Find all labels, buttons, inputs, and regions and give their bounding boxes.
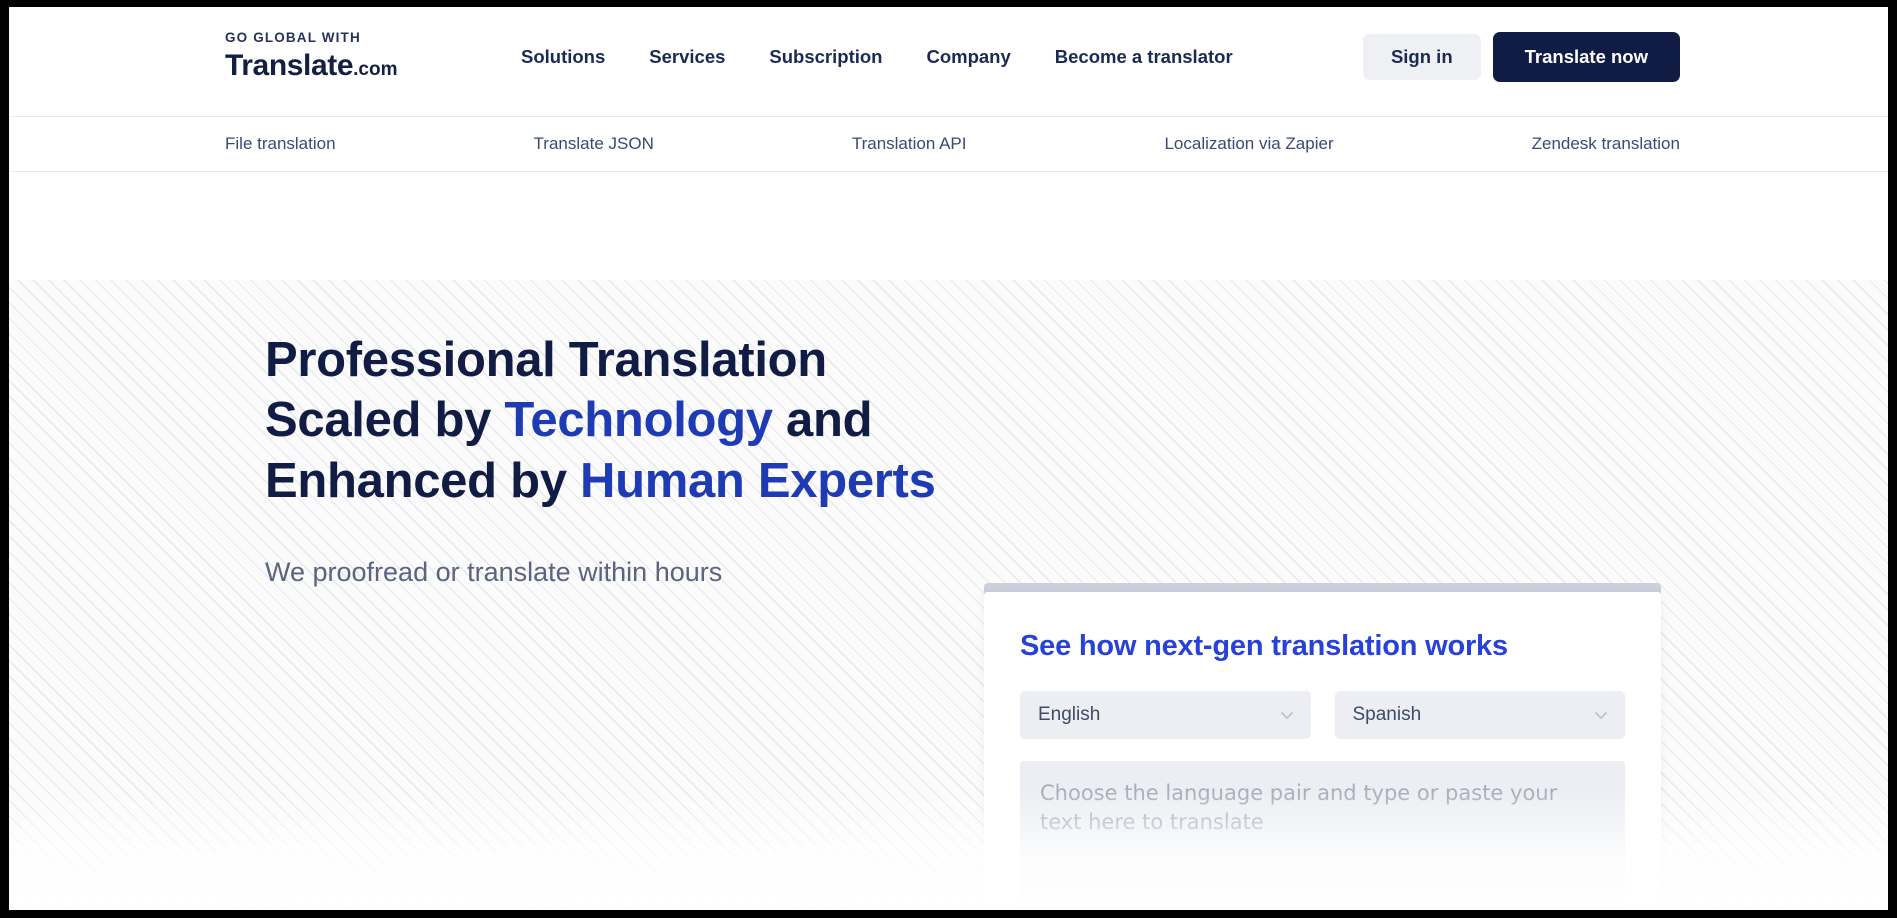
logo-name: Translate bbox=[225, 49, 353, 82]
language-pair-row: English Spanish bbox=[1020, 691, 1625, 739]
translate-now-button[interactable]: Translate now bbox=[1493, 32, 1680, 82]
hero-copy: Professional Translation Scaled by Techn… bbox=[265, 330, 965, 588]
source-language-value: English bbox=[1038, 704, 1100, 726]
subnav-item-localization-via-zapier[interactable]: Localization via Zapier bbox=[1164, 134, 1333, 154]
main-navigation: Solutions Services Subscription Company … bbox=[499, 44, 1255, 70]
site-logo[interactable]: GO GLOBAL WITH Translate.com bbox=[225, 31, 398, 81]
page-subtitle: We proofread or translate within hours bbox=[265, 557, 965, 588]
headline-accent-human-experts: Human Experts bbox=[580, 454, 936, 508]
subnav-item-file-translation[interactable]: File translation bbox=[225, 134, 336, 154]
browser-viewport: GO GLOBAL WITH Translate.com Solutions S… bbox=[9, 7, 1888, 910]
source-language-select[interactable]: English bbox=[1020, 691, 1311, 739]
secondary-navigation-bar: File translation Translate JSON Translat… bbox=[9, 116, 1888, 172]
chevron-down-icon bbox=[1593, 707, 1609, 723]
nav-item-become-a-translator[interactable]: Become a translator bbox=[1033, 44, 1255, 70]
headline-line-2a: Scaled by bbox=[265, 393, 504, 447]
logo-kicker: GO GLOBAL WITH bbox=[225, 31, 398, 45]
nav-item-subscription[interactable]: Subscription bbox=[747, 44, 904, 70]
logo-tld: .com bbox=[353, 59, 397, 80]
hero-top-spacer bbox=[9, 172, 1888, 280]
header-actions: Sign in Translate now bbox=[1363, 32, 1680, 82]
site-header: GO GLOBAL WITH Translate.com Solutions S… bbox=[9, 7, 1888, 116]
headline-line-3a: Enhanced by bbox=[265, 454, 580, 508]
translation-input[interactable] bbox=[1020, 761, 1625, 910]
hero-section: Professional Translation Scaled by Techn… bbox=[9, 280, 1888, 910]
target-language-select[interactable]: Spanish bbox=[1335, 691, 1626, 739]
headline-line-2b: and bbox=[773, 393, 873, 447]
subnav-item-translation-api[interactable]: Translation API bbox=[852, 134, 967, 154]
page-title: Professional Translation Scaled by Techn… bbox=[265, 330, 965, 511]
target-language-value: Spanish bbox=[1353, 704, 1422, 726]
nav-item-solutions[interactable]: Solutions bbox=[499, 44, 627, 70]
headline-line-1: Professional Translation bbox=[265, 333, 827, 387]
subnav-item-zendesk-translation[interactable]: Zendesk translation bbox=[1532, 134, 1680, 154]
nav-item-services[interactable]: Services bbox=[627, 44, 747, 70]
widget-title: See how next-gen translation works bbox=[1020, 630, 1625, 663]
sign-in-button[interactable]: Sign in bbox=[1363, 34, 1481, 80]
headline-accent-technology: Technology bbox=[504, 393, 772, 447]
chevron-down-icon bbox=[1279, 707, 1295, 723]
translation-widget: See how next-gen translation works Engli… bbox=[984, 592, 1661, 910]
logo-wordmark: Translate.com bbox=[225, 51, 398, 81]
secondary-navigation: File translation Translate JSON Translat… bbox=[225, 117, 1680, 171]
subnav-item-translate-json[interactable]: Translate JSON bbox=[534, 134, 654, 154]
nav-item-company[interactable]: Company bbox=[904, 44, 1032, 70]
